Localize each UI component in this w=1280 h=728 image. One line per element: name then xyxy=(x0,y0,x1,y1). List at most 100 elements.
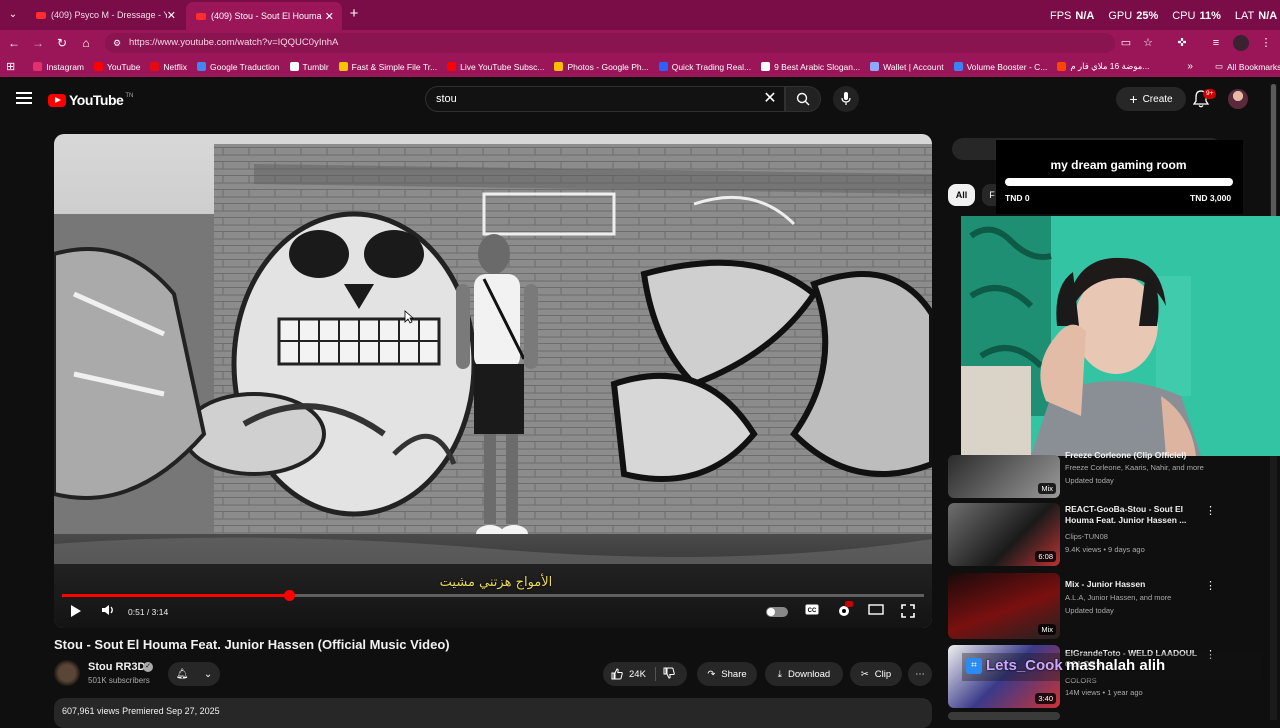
recommendation-thumbnail[interactable]: Mix xyxy=(948,455,1060,498)
fullscreen-button[interactable] xyxy=(900,604,916,620)
channel-name[interactable]: Stou RR3D xyxy=(88,661,145,673)
verified-check-icon: ✓ xyxy=(143,662,153,672)
subscriber-count: 501K subscribers xyxy=(88,676,150,685)
notification-count-badge: 9+ xyxy=(1203,89,1217,99)
video-player[interactable] xyxy=(54,134,932,628)
bookmark-item[interactable]: 9 Best Arabic Slogan... xyxy=(761,62,860,72)
more-actions-button[interactable]: ⋯ xyxy=(908,662,932,686)
volume-booster-icon xyxy=(953,62,963,71)
extensions-icon[interactable]: ✜ xyxy=(1174,35,1190,51)
chevron-right-icon[interactable]: » xyxy=(1187,61,1193,72)
like-button[interactable]: 24K xyxy=(611,668,646,680)
tab-search-chevron-icon[interactable]: ⌄ xyxy=(4,6,22,24)
more-options-icon[interactable]: ⋮ xyxy=(1205,579,1216,593)
bookmark-item[interactable]: Tumblr xyxy=(289,62,329,72)
recommendation-thumbnail[interactable]: Mix xyxy=(948,573,1060,639)
close-tab-icon[interactable]: ✕ xyxy=(325,10,334,23)
recommendation-title[interactable]: Mix - Junior Hassen xyxy=(1065,579,1205,590)
subscription-notifications-button[interactable]: 🔔︎ ⌄ xyxy=(168,662,220,686)
bookmark-item[interactable]: Quick Trading Real... xyxy=(658,62,751,72)
fullscreen-icon xyxy=(901,604,915,618)
bookmark-star-icon[interactable]: ☆ xyxy=(1140,35,1156,51)
file-transfer-icon xyxy=(338,62,348,71)
donation-goal-current: TND 0 xyxy=(1005,193,1030,203)
bookmark-item[interactable]: Google Traduction xyxy=(197,62,280,72)
bookmark-item[interactable]: Instagram xyxy=(33,62,84,72)
channel-avatar[interactable] xyxy=(54,660,80,686)
bookmark-item[interactable]: موضة 16 ملاي فار م... xyxy=(1057,61,1149,72)
settings-button[interactable] xyxy=(836,601,853,620)
bookmark-item[interactable]: Wallet | Account xyxy=(870,62,944,72)
volume-icon xyxy=(102,605,113,615)
recommendation-title[interactable]: REACT-GooBa-Stou - Sout El Houma Feat. J… xyxy=(1065,504,1205,526)
new-tab-button[interactable]: + xyxy=(345,5,363,23)
back-arrow-icon[interactable]: ← xyxy=(6,35,22,51)
svg-text:CC: CC xyxy=(808,608,817,614)
youtube-icon xyxy=(94,62,104,71)
plus-icon: + xyxy=(1129,91,1138,107)
home-icon[interactable]: ⌂ xyxy=(78,35,94,51)
autoplay-toggle[interactable] xyxy=(766,607,788,617)
hd-badge-icon xyxy=(845,601,853,607)
search-input[interactable]: stou xyxy=(425,86,785,112)
close-tab-icon[interactable]: ✕ xyxy=(167,9,176,22)
performance-stats-overlay: FPS N/A GPU 25% CPU 11% LAT N/A xyxy=(1050,10,1278,22)
browser-tab[interactable]: (409) Psyco M - Dressage - YouTube ✕ xyxy=(26,4,184,26)
apps-grid-icon[interactable]: ⊞ xyxy=(6,60,15,73)
mouse-cursor-icon xyxy=(404,310,414,324)
chat-platform-icon: ⌗ xyxy=(966,658,982,674)
forward-arrow-icon[interactable]: → xyxy=(30,35,46,51)
google-translate-icon xyxy=(197,62,207,71)
clear-search-icon[interactable]: ✕ xyxy=(762,90,778,108)
like-divider xyxy=(655,667,656,681)
share-button[interactable]: ↷ Share xyxy=(697,662,757,686)
bookmark-item[interactable]: Photos - Google Ph... xyxy=(554,62,649,72)
streamer-webcam-image xyxy=(961,216,1280,456)
bookmark-item[interactable]: Live YouTube Subsc... xyxy=(447,62,544,72)
media-controls-icon[interactable]: ≡ xyxy=(1208,35,1224,51)
all-bookmarks-folder[interactable]: ▭ All Bookmarks xyxy=(1215,61,1280,72)
recommendation-thumbnail[interactable] xyxy=(948,712,1060,720)
chevron-down-icon: ⌄ xyxy=(203,668,213,680)
hamburger-menu-icon[interactable] xyxy=(16,92,32,104)
video-scrubber-handle[interactable] xyxy=(283,590,295,601)
download-icon: ⤓ xyxy=(777,668,782,680)
cast-icon[interactable]: ▭ xyxy=(1118,35,1134,51)
browser-menu-icon[interactable]: ⋮ xyxy=(1258,35,1274,51)
clip-button[interactable]: ✂ Clip xyxy=(850,662,902,686)
create-button[interactable]: + Create xyxy=(1116,87,1186,111)
site-info-icon[interactable]: ⚙ xyxy=(113,33,121,53)
bookmark-item[interactable]: Netflix xyxy=(150,62,187,72)
account-avatar[interactable] xyxy=(1228,89,1248,109)
video-frame-graffiti-wall xyxy=(54,134,932,628)
address-bar[interactable]: ⚙ https://www.youtube.com/watch?v=IQQUC0… xyxy=(105,33,1115,53)
fashion-site-icon xyxy=(1057,62,1067,71)
download-button[interactable]: ⤓ Download xyxy=(765,662,843,686)
reload-icon[interactable]: ↻ xyxy=(54,35,70,51)
profile-avatar[interactable] xyxy=(1233,35,1249,51)
microphone-icon xyxy=(841,92,851,105)
bookmark-item[interactable]: Volume Booster - C... xyxy=(953,62,1047,72)
theater-mode-button[interactable] xyxy=(868,604,884,620)
browser-tab-active[interactable]: (409) Stou - Sout El Houma Feat. Ju ✕ xyxy=(186,2,342,30)
mute-button[interactable] xyxy=(100,604,116,620)
video-subtitle: الأمواج هزتني مشيت xyxy=(439,575,553,590)
recommendation-meta: 9.4K views • 9 days ago xyxy=(1065,545,1145,554)
recommendation-thumbnail[interactable]: 6:08 xyxy=(948,503,1060,566)
more-options-icon[interactable]: ⋮ xyxy=(1205,504,1216,518)
tumblr-icon xyxy=(289,62,299,71)
bookmark-item[interactable]: YouTube xyxy=(94,62,140,72)
youtube-logo[interactable]: YouTube TN xyxy=(48,92,133,108)
dislike-button[interactable] xyxy=(663,667,675,682)
bookmark-item[interactable]: Fast & Simple File Tr... xyxy=(338,62,437,72)
google-photos-icon xyxy=(554,62,564,71)
like-dislike-group: 24K xyxy=(603,662,687,686)
scrollbar-thumb[interactable] xyxy=(1271,84,1276,234)
recommendation-title[interactable]: Freeze Corleone (Clip Officiel) xyxy=(1065,450,1205,461)
search-button[interactable] xyxy=(785,86,821,112)
play-button[interactable] xyxy=(68,604,84,620)
filter-chip-all[interactable]: All xyxy=(948,184,975,206)
subtitles-button[interactable]: CC xyxy=(804,604,820,620)
voice-search-button[interactable] xyxy=(833,86,859,112)
more-horizontal-icon: ⋯ xyxy=(915,668,925,680)
